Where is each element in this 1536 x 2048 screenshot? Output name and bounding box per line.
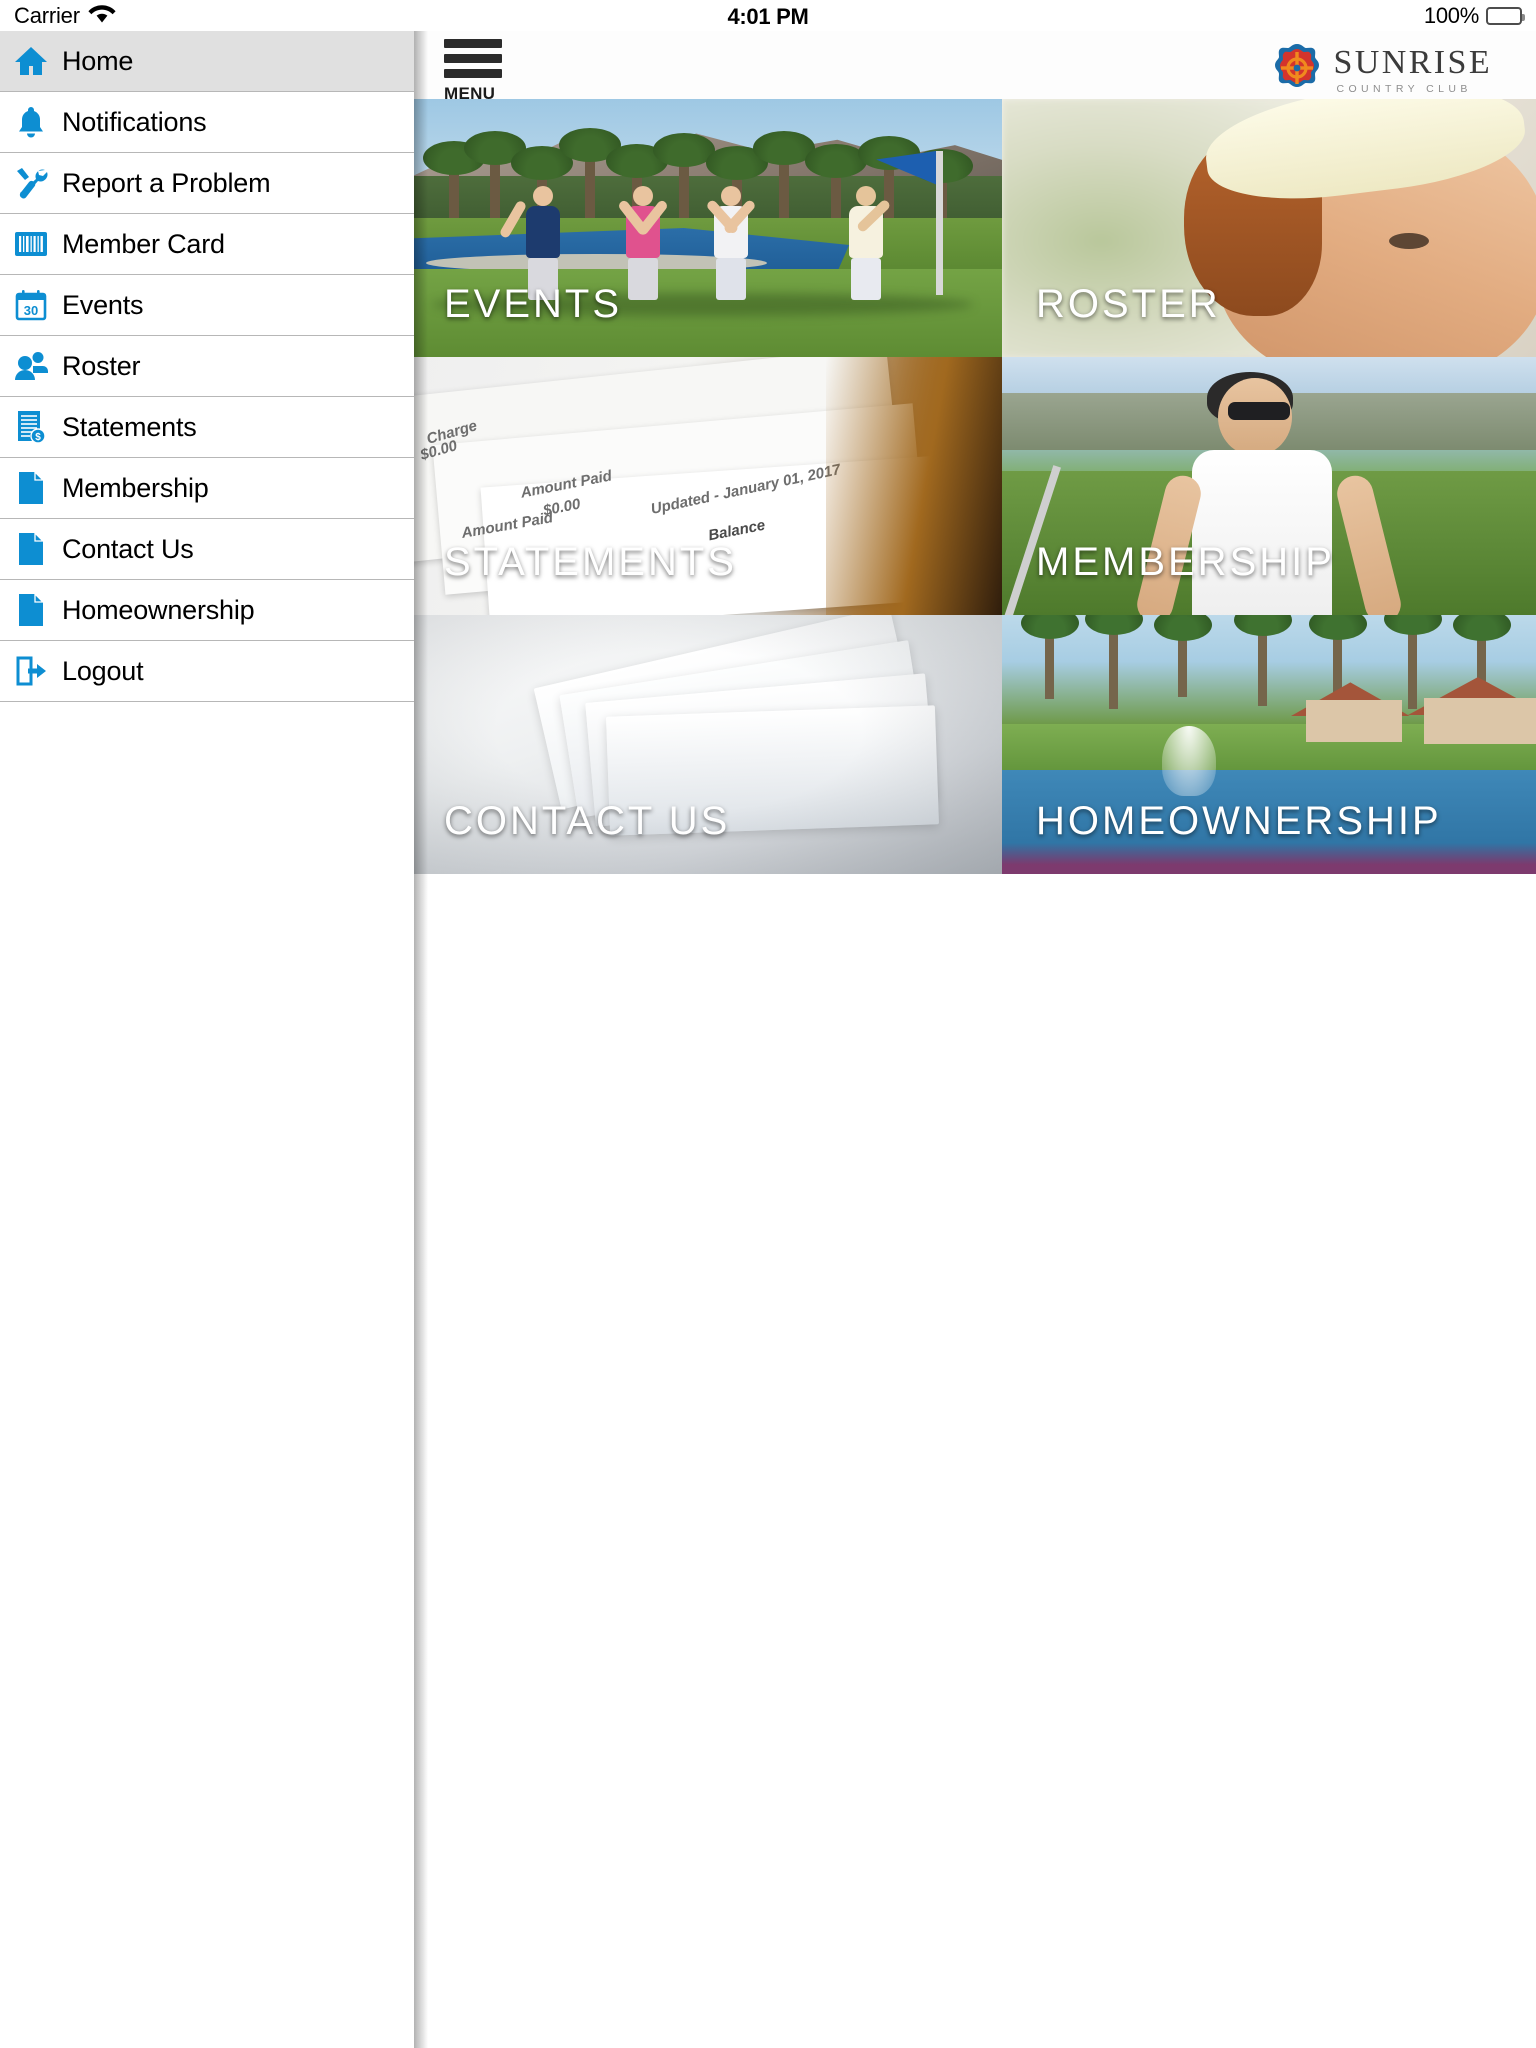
- tile-membership[interactable]: MEMBERSHIP: [1002, 357, 1536, 615]
- empty-content-area: [414, 874, 1536, 2048]
- tile-label-homeownership: HOMEOWNERSHIP: [1036, 799, 1442, 843]
- logo-name: SUNRISE: [1333, 44, 1492, 82]
- sidebar-label-logout: Logout: [62, 655, 144, 686]
- sidebar-label-statements: Statements: [62, 411, 197, 442]
- sidebar-label-membership: Membership: [62, 472, 209, 503]
- status-bar: Carrier 4:01 PM 100%: [0, 0, 1536, 31]
- main-panel: MENU SUNRISE COUNTRY CLUB EVENTS ROSTER …: [414, 31, 1536, 2048]
- sidebar-label-report-a-problem: Report a Problem: [62, 167, 271, 198]
- svg-text:$: $: [35, 432, 41, 443]
- club-logo: SUNRISE COUNTRY CLUB: [1271, 43, 1493, 98]
- logo-text: SUNRISE COUNTRY CLUB: [1334, 46, 1493, 95]
- sidebar-label-home: Home: [62, 45, 134, 76]
- page-icon: [0, 593, 62, 627]
- home-icon: [0, 45, 62, 77]
- tile-label-roster: ROSTER: [1036, 282, 1221, 326]
- page-icon: [0, 532, 62, 566]
- svg-text:30: 30: [24, 303, 38, 318]
- sidebar-item-notifications[interactable]: Notifications: [0, 92, 414, 153]
- tile-label-membership: MEMBERSHIP: [1036, 540, 1335, 584]
- tools-icon: [0, 167, 62, 199]
- tile-label-events: EVENTS: [444, 282, 623, 326]
- calendar-30-icon: 30: [0, 289, 62, 321]
- bell-icon: [0, 105, 62, 139]
- tile-homeownership[interactable]: HOMEOWNERSHIP: [1002, 615, 1536, 874]
- sidebar-item-report-a-problem[interactable]: Report a Problem: [0, 153, 414, 214]
- sidebar-item-events[interactable]: 30 Events: [0, 275, 414, 336]
- home-tile-grid: EVENTS ROSTER Charge $0.00 Amount Paid $…: [414, 99, 1536, 874]
- sidebar-label-homeownership: Homeownership: [62, 594, 255, 625]
- barcode-icon: [0, 231, 62, 257]
- sidebar-label-notifications: Notifications: [62, 106, 207, 137]
- page-icon: [0, 471, 62, 505]
- battery-percent-label: 100%: [1423, 3, 1479, 28]
- sidebar-item-member-card[interactable]: Member Card: [0, 214, 414, 275]
- sidebar-item-logout[interactable]: Logout: [0, 641, 414, 702]
- people-icon: [0, 351, 62, 381]
- app-header: MENU SUNRISE COUNTRY CLUB: [414, 31, 1536, 103]
- sidebar-menu-list: Home Notifications Report a Problem Memb…: [0, 31, 414, 702]
- tile-statements[interactable]: Charge $0.00 Amount Paid $0.00 Amount Pa…: [414, 357, 1002, 615]
- app-screen: Carrier 4:01 PM 100% MENU SUNRISE COUNTR…: [0, 0, 1536, 2048]
- sidebar-item-home[interactable]: Home: [0, 31, 414, 92]
- hamburger-menu-icon[interactable]: MENU: [444, 39, 506, 104]
- sidebar-item-membership[interactable]: Membership: [0, 458, 414, 519]
- sidebar-label-events: Events: [62, 289, 144, 320]
- sidebar-item-contact-us[interactable]: Contact Us: [0, 519, 414, 580]
- logout-arrow-icon: [0, 656, 62, 686]
- tile-label-contact-us: CONTACT US: [444, 799, 731, 843]
- tile-roster[interactable]: ROSTER: [1002, 99, 1536, 357]
- sidebar-label-roster: Roster: [62, 350, 141, 381]
- logo-tagline: COUNTRY CLUB: [1336, 83, 1472, 96]
- sidebar-label-contact-us: Contact Us: [62, 533, 194, 564]
- sidebar-item-statements[interactable]: $ Statements: [0, 397, 414, 458]
- sidebar-label-member-card: Member Card: [62, 228, 225, 259]
- tile-label-statements: STATEMENTS: [444, 540, 737, 584]
- document-dollar-icon: $: [0, 410, 62, 444]
- tile-contact-us[interactable]: CONTACT US: [414, 615, 1002, 874]
- status-bar-right: 100%: [1423, 3, 1525, 29]
- battery-full-icon: [1486, 7, 1525, 25]
- sidebar-item-homeownership[interactable]: Homeownership: [0, 580, 414, 641]
- sidebar-item-roster[interactable]: Roster: [0, 336, 414, 397]
- tile-events[interactable]: EVENTS: [414, 99, 1002, 357]
- status-bar-time: 4:01 PM: [727, 4, 809, 29]
- navigation-drawer: Home Notifications Report a Problem Memb…: [0, 31, 414, 2048]
- sunrise-country-club-emblem: [1271, 43, 1323, 98]
